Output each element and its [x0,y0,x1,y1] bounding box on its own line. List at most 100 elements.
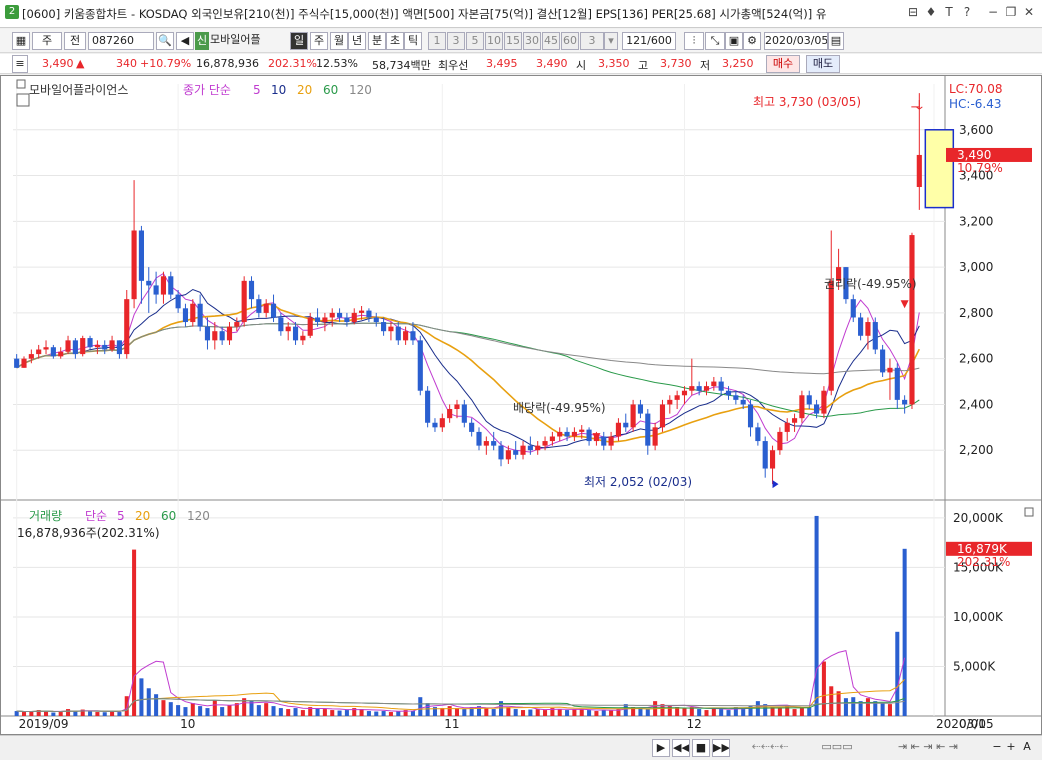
speaker-icon[interactable]: ◀ [176,32,194,50]
help-icon[interactable]: ? [959,4,975,20]
candle-body [388,326,394,332]
candle-body [850,299,856,318]
volume-bar [843,698,848,716]
minimize-icon[interactable]: − [985,4,1001,20]
date-input[interactable]: 2020/03/05 [764,32,828,50]
minute-value-5[interactable]: 5 [466,32,484,50]
grid-icon[interactable]: ▦ [12,32,30,50]
filter-icon[interactable]: ♦ [923,4,939,20]
text-icon[interactable]: T [941,4,957,20]
low-label: 저 [700,59,711,72]
candle-body [689,386,695,391]
candle-body [359,310,365,313]
chart-area[interactable]: 2,200 2,400 2,600 2,800 3,000 3,200 3,400 3,600… [0,75,1042,735]
link-icon[interactable]: ⊟ [905,4,921,20]
period-unit-select[interactable]: 주 [32,32,62,50]
zoom-out-icon[interactable]: − [990,739,1004,757]
tab-day[interactable]: 일 [290,32,308,50]
volume-bar [704,710,709,716]
menu-icon[interactable]: ≡ [12,55,28,73]
volume-bar [711,708,716,716]
tab-week[interactable]: 주 [310,32,328,50]
scroll-right-icon[interactable]: ▶ [652,739,670,757]
minute-value-45[interactable]: 45 [542,32,560,50]
tab-year[interactable]: 년 [348,32,366,50]
zoom-in-icon[interactable]: + [1004,739,1018,757]
candle-body [667,399,673,405]
restore-icon[interactable]: ❐ [1003,4,1019,20]
scroll-arrows-icon[interactable]: ⇥ ⇤ ⇥ ⇤ ⇥ [868,739,988,757]
candle-body [755,427,761,442]
draw-tool-icon[interactable]: ⤡ [705,32,725,50]
tab-second[interactable]: 초 [386,32,404,50]
prev-button[interactable]: 전 [64,32,86,50]
candle-body [725,390,732,396]
candle-style-icon[interactable]: ⫶ [684,32,704,50]
candle-body [777,431,783,451]
minute-value-10[interactable]: 10 [485,32,503,50]
candle-body [623,422,629,428]
ma10-label: 10 [271,83,286,97]
stop-icon[interactable]: ■ [692,739,710,757]
volume-tag-text: 16,879K [957,542,1008,556]
volume-bar [381,711,386,716]
stock-code-input[interactable]: 087260 [88,32,154,50]
minute-value-1[interactable]: 1 [428,32,446,50]
sell-button[interactable]: 매도 [806,55,840,73]
panel-menu-icon[interactable] [16,79,26,89]
volume-bar [462,709,467,716]
price-tick-label: 3,000 [959,260,993,274]
volume-bar [293,708,298,716]
candle-body [278,317,284,332]
calculator-icon[interactable] [16,93,30,107]
volume-bar [587,710,592,716]
volume-tick-label: 5,000K [953,659,996,673]
candle-body [241,280,247,323]
volume-bar [183,707,188,716]
volume-bar [609,710,614,716]
chevron-down-icon[interactable]: ▾ [604,32,618,50]
fast-forward-icon[interactable]: ▶▶ [712,739,730,757]
volume-bar [139,678,144,716]
candle-body [190,303,196,323]
volume-bar [513,709,518,716]
save-icon[interactable]: ▣ [725,32,743,50]
ask-price: 3,495 [486,57,518,70]
minute-value-3[interactable]: 3 [447,32,465,50]
volume-panel-toggle-icon[interactable] [1024,507,1034,517]
calendar-icon[interactable]: ▤ [828,32,844,50]
zoom-slider-icon[interactable]: ⇠⇠⇠⇠ [740,739,800,757]
minute-value-60[interactable]: 60 [561,32,579,50]
minute-value-30[interactable]: 30 [523,32,541,50]
tab-minute[interactable]: 분 [368,32,386,50]
rewind-icon[interactable]: ◀◀ [672,739,690,757]
candle-body [336,312,343,318]
candle-body [806,395,812,405]
ma20-label: 20 [297,83,312,97]
candle-body [902,399,908,405]
volume-bar [58,712,63,716]
count-select[interactable]: 3 [580,32,604,50]
tab-month[interactable]: 월 [330,32,348,50]
volume-bar [521,710,526,716]
candle-body [483,441,489,446]
search-icon[interactable]: 🔍 [156,32,174,50]
volume-bar [366,711,371,716]
buy-button[interactable]: 매수 [766,55,800,73]
candle-body [21,358,27,368]
candle-body [14,358,20,368]
chart-svg[interactable]: 2,2002,4002,6002,8003,0003,2003,4003,600… [1,76,1041,734]
candle-body [542,441,548,446]
x-tick-label: 2019/09 [19,717,69,731]
open-label: 시 [576,59,587,72]
auto-scale-icon[interactable]: A [1020,739,1034,757]
settings-icon[interactable]: ⚙ [743,32,761,50]
price-tick-label: 3,200 [959,214,993,228]
candle-body [769,450,776,469]
turnover: 12.53% [316,57,358,70]
price-tag-text: 3,490 [957,148,991,162]
minute-value-15[interactable]: 15 [504,32,522,50]
close-icon[interactable]: ✕ [1021,4,1037,20]
view-options-icon[interactable]: ▭▭▭ [812,739,862,757]
tab-tick[interactable]: 틱 [404,32,422,50]
